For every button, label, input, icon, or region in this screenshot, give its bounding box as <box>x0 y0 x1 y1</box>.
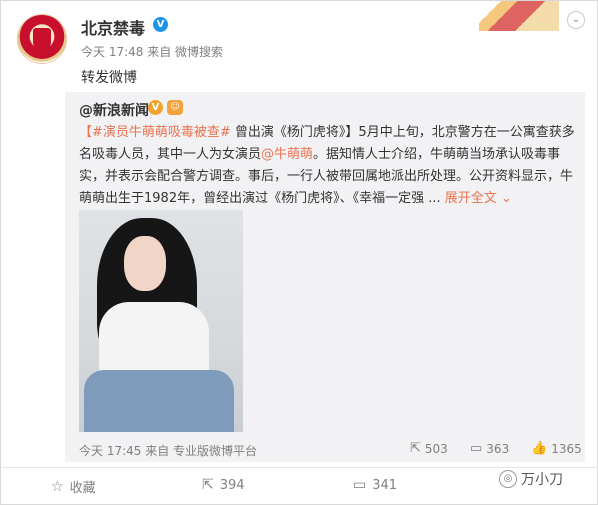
star-icon: ☆ <box>51 478 64 495</box>
repost-comment-count: 363 <box>486 441 510 456</box>
post-text: 转发微博 <box>81 70 137 86</box>
repost-username[interactable]: @新浪新闻 <box>79 100 149 120</box>
repost-forward-stat[interactable]: ⇱ 503 <box>410 441 448 456</box>
favorite-button[interactable]: ☆ 收藏 <box>51 477 96 497</box>
post-meta: 今天 17:48 来自 微博搜索 <box>81 45 224 59</box>
repost-like-count: 1365 <box>551 441 582 456</box>
wechat-logo-icon: ◎ <box>499 470 517 488</box>
watermark-text: 万小刀 <box>521 472 563 488</box>
forward-button[interactable]: ⇱ 394 <box>202 477 245 493</box>
comment-icon: ▭ <box>353 477 367 493</box>
photo-jeans-shape <box>84 370 234 432</box>
member-badge-icon: ☺ <box>167 100 183 115</box>
verified-badge-icon: V <box>148 100 163 115</box>
photo-face-shape <box>124 236 166 291</box>
action-bar-divider <box>1 467 598 468</box>
verified-badge-icon: V <box>153 17 168 32</box>
comment-count: 341 <box>372 477 398 493</box>
weibo-post-card: 北京禁毒 V 今天 17:48 来自 微博搜索 ⌄ 转发微博 @新浪新闻 V ☺… <box>0 0 598 505</box>
mention-link[interactable]: @牛萌萌 <box>261 147 313 162</box>
watermark: ◎ 万小刀 <box>499 469 563 489</box>
header-banner-decoration <box>479 1 559 31</box>
post-username[interactable]: 北京禁毒 <box>81 15 145 39</box>
repost-forward-count: 503 <box>424 441 448 456</box>
like-icon: 👍 <box>531 441 548 456</box>
more-options-icon[interactable]: ⌄ <box>567 11 585 29</box>
comment-button[interactable]: ▭ 341 <box>353 477 397 493</box>
forward-icon: ⇱ <box>202 477 214 493</box>
hashtag-link[interactable]: 【#演员牛萌萌吸毒被查# <box>79 125 231 140</box>
repost-like-stat[interactable]: 👍 1365 <box>531 441 582 456</box>
repost-body: 【#演员牛萌萌吸毒被查# 曾出演《杨门虎将》】5月中上旬，北京警方在一公寓查获多… <box>79 122 579 210</box>
avatar[interactable] <box>17 14 67 64</box>
expand-full-text-link[interactable]: 展开全文 <box>445 191 497 206</box>
comment-icon: ▭ <box>470 441 483 456</box>
favorite-label: 收藏 <box>69 481 96 496</box>
chevron-down-icon[interactable]: ⌄ <box>497 191 512 206</box>
post-photo[interactable] <box>79 210 243 432</box>
avatar-emblem <box>33 28 51 50</box>
repost-comment-stat[interactable]: ▭ 363 <box>470 441 509 456</box>
repost-meta: 今天 17:45 来自 专业版微博平台 <box>79 444 258 458</box>
forward-count: 394 <box>219 477 245 493</box>
reposted-weibo: @新浪新闻 V ☺ 【#演员牛萌萌吸毒被查# 曾出演《杨门虎将》】5月中上旬，北… <box>65 92 585 462</box>
forward-icon: ⇱ <box>410 441 421 456</box>
